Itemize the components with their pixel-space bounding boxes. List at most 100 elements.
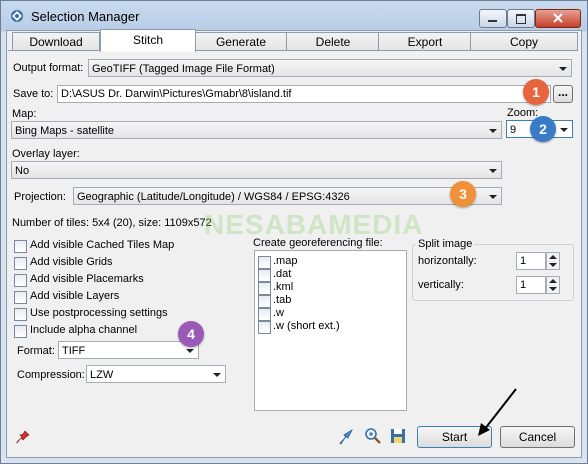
chevron-down-icon: [559, 67, 567, 71]
output-format-select[interactable]: GeoTIFF (Tagged Image File Format): [88, 59, 572, 77]
tab-delete[interactable]: Delete: [286, 32, 380, 51]
minimize-button[interactable]: [479, 9, 507, 28]
app-icon: [11, 10, 23, 22]
save-to-label: Save to:: [13, 88, 54, 100]
output-format-value: GeoTIFF (Tagged Image File Format): [92, 63, 275, 75]
georef-w-short-checkbox[interactable]: [258, 321, 271, 334]
cached-tiles-label: Add visible Cached Tiles Map: [30, 239, 175, 251]
compression-select[interactable]: LZW: [86, 365, 226, 383]
chevron-down-icon: [186, 349, 194, 353]
grids-checkbox[interactable]: [14, 257, 27, 270]
grids-label: Add visible Grids: [30, 256, 113, 268]
annotation-badge-3: 3: [450, 181, 476, 207]
tab-label: Download: [29, 35, 83, 49]
browse-label: ...: [557, 85, 568, 99]
georef-tab-label: .tab: [273, 294, 292, 306]
placemarks-label: Add visible Placemarks: [30, 273, 144, 285]
split-horizontal-label: horizontally:: [418, 255, 477, 267]
chevron-down-icon: [489, 169, 497, 173]
close-icon: [553, 13, 563, 23]
annotation-badge-4: 4: [178, 321, 204, 347]
output-format-label: Output format:: [13, 62, 84, 74]
tab-label: Generate: [215, 35, 267, 49]
split-vertical-spinner[interactable]: [546, 276, 560, 294]
split-vertical-value: 1: [520, 279, 527, 291]
cancel-label: Cancel: [518, 430, 557, 444]
split-vertical-input[interactable]: 1: [516, 276, 546, 294]
tab-export[interactable]: Export: [378, 32, 472, 51]
spinner-arrows-icon: [549, 255, 557, 267]
georef-map-checkbox[interactable]: [258, 256, 271, 269]
georef-tab-checkbox[interactable]: [258, 295, 271, 308]
format-select[interactable]: TIFF: [58, 341, 199, 359]
tab-label: Delete: [315, 35, 351, 49]
projection-label: Projection:: [14, 191, 66, 203]
browse-button[interactable]: ...: [553, 85, 573, 103]
zoom-value: 9: [510, 124, 517, 136]
georef-dat-label: .dat: [273, 268, 292, 280]
title-bar[interactable]: Selection Manager: [1, 1, 587, 31]
tab-label: Export: [407, 35, 443, 49]
tab-label: Copy: [509, 35, 538, 49]
chevron-down-icon: [489, 129, 497, 133]
split-horizontal-spinner[interactable]: [546, 252, 560, 270]
zoom-search-icon[interactable]: [364, 427, 382, 445]
tiles-info: Number of tiles: 5x4 (20), size: 1109x57…: [12, 217, 212, 229]
split-horizontal-value: 1: [520, 255, 527, 267]
split-horizontal-input[interactable]: 1: [516, 252, 546, 270]
maximize-icon: [516, 14, 526, 24]
layers-checkbox[interactable]: [14, 291, 27, 304]
tab-download[interactable]: Download: [12, 32, 100, 51]
start-label: Start: [441, 430, 468, 444]
close-button[interactable]: [535, 9, 581, 28]
georef-kml-label: .kml: [273, 281, 294, 293]
zoom-label: Zoom:: [507, 107, 539, 119]
format-value: TIFF: [62, 345, 86, 357]
tab-label: Stitch: [132, 33, 163, 47]
alpha-channel-checkbox[interactable]: [14, 325, 27, 338]
tab-stitch[interactable]: Stitch: [100, 29, 196, 52]
chevron-down-icon: [560, 128, 568, 132]
spinner-arrows-icon: [549, 279, 557, 291]
chevron-down-icon: [213, 373, 221, 377]
compression-value: LZW: [90, 369, 114, 381]
map-label: Map:: [12, 108, 37, 120]
alpha-channel-label: Include alpha channel: [30, 324, 138, 336]
postprocessing-checkbox[interactable]: [14, 308, 27, 321]
tab-generate[interactable]: Generate: [194, 32, 288, 51]
route-icon[interactable]: [338, 428, 356, 446]
save-to-value: D:\ASUS Dr. Darwin\Pictures\Gmabr\8\isla…: [61, 88, 292, 100]
overlay-label: Overlay layer:: [12, 148, 80, 160]
annotation-arrow-icon: [478, 388, 517, 436]
maximize-button[interactable]: [507, 9, 535, 28]
split-image-title: Split image: [416, 238, 475, 250]
georef-dat-checkbox[interactable]: [258, 269, 271, 282]
compression-label: Compression:: [17, 369, 85, 381]
georef-map-label: .map: [273, 255, 298, 267]
pin-icon[interactable]: [16, 430, 30, 444]
annotation-badge-1: 1: [523, 79, 549, 105]
save-icon[interactable]: [390, 428, 406, 444]
georef-title: Create georeferencing file:: [253, 237, 383, 249]
map-select[interactable]: Bing Maps - satellite: [11, 121, 502, 139]
georef-w-label: .w: [273, 307, 284, 319]
tab-copy[interactable]: Copy: [470, 32, 578, 51]
chevron-down-icon: [489, 195, 497, 199]
projection-value: Geographic (Latitude/Longitude) / WGS84 …: [77, 191, 350, 203]
overlay-select[interactable]: No: [11, 161, 502, 179]
overlay-value: No: [15, 165, 30, 177]
georef-w-short-label: .w (short ext.): [273, 320, 340, 332]
split-vertical-label: vertically:: [418, 279, 464, 291]
map-value: Bing Maps - satellite: [15, 125, 115, 137]
window-title: Selection Manager: [31, 9, 140, 24]
cached-tiles-checkbox[interactable]: [14, 240, 27, 253]
placemarks-checkbox[interactable]: [14, 274, 27, 287]
layers-label: Add visible Layers: [30, 290, 120, 302]
projection-select[interactable]: Geographic (Latitude/Longitude) / WGS84 …: [73, 187, 502, 205]
georef-w-checkbox[interactable]: [258, 308, 271, 321]
postprocessing-label: Use postprocessing settings: [30, 307, 168, 319]
georef-kml-checkbox[interactable]: [258, 282, 271, 295]
minimize-icon: [488, 20, 497, 22]
save-to-field[interactable]: D:\ASUS Dr. Darwin\Pictures\Gmabr\8\isla…: [57, 85, 551, 103]
format-label: Format:: [17, 345, 55, 357]
